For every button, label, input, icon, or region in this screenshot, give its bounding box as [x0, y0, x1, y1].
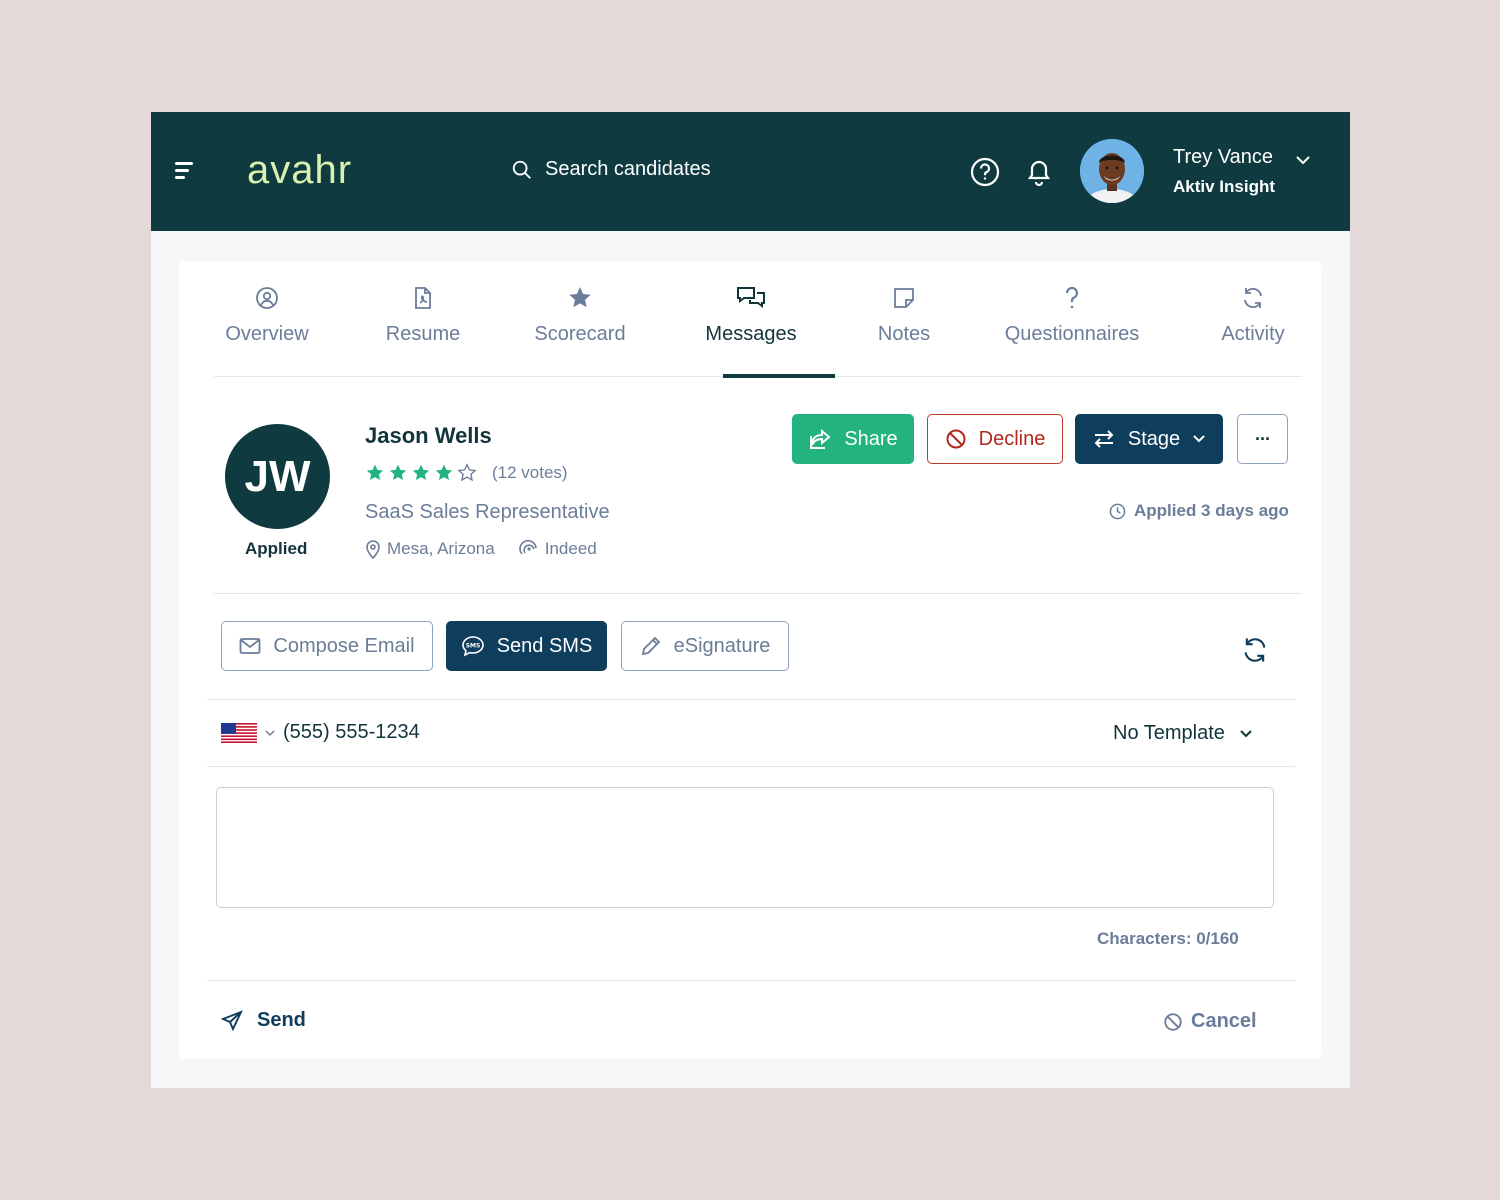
star-filled-icon[interactable]	[411, 463, 431, 483]
menu-icon[interactable]	[175, 162, 193, 182]
candidate-initials-avatar: JW	[225, 424, 330, 529]
divider	[207, 980, 1295, 981]
pdf-file-icon	[415, 287, 431, 309]
send-sms-label: Send SMS	[496, 634, 593, 657]
us-flag-icon[interactable]	[221, 722, 257, 743]
envelope-icon	[240, 638, 261, 654]
user-name: Trey Vance	[1173, 146, 1274, 168]
rating-votes: (12 votes)	[492, 463, 568, 482]
tab-resume[interactable]: Resume	[384, 283, 462, 346]
tab-label: Scorecard	[534, 323, 626, 345]
source-icon	[519, 539, 537, 555]
tab-messages[interactable]: Messages	[701, 283, 801, 346]
stage-label: Stage	[1127, 427, 1181, 450]
esignature-button[interactable]: eSignature	[621, 621, 789, 671]
more-dots-icon: ···	[1255, 428, 1271, 449]
esignature-label: eSignature	[673, 634, 771, 657]
search-icon	[512, 160, 531, 179]
compose-email-label: Compose Email	[273, 634, 415, 657]
ban-icon	[946, 429, 966, 449]
candidate-meta: Mesa, Arizona Indeed	[365, 539, 597, 559]
send-label: Send	[257, 1009, 306, 1031]
applied-time: Applied 3 days ago	[1109, 501, 1289, 521]
divider	[207, 766, 1295, 767]
star-filled-icon[interactable]	[365, 463, 385, 483]
decline-label: Decline	[978, 427, 1046, 450]
job-title[interactable]: SaaS Sales Representative	[365, 501, 610, 524]
compose-email-button[interactable]: Compose Email	[221, 621, 433, 671]
chevron-down-icon[interactable]	[265, 729, 275, 737]
divider	[214, 593, 1302, 594]
candidate-source: Indeed	[544, 539, 597, 558]
notifications-bell-icon[interactable]	[1022, 155, 1056, 189]
tab-label: Overview	[225, 323, 309, 345]
send-button[interactable]: Send	[221, 1009, 306, 1032]
pencil-icon	[641, 636, 660, 656]
tab-label: Notes	[877, 323, 931, 345]
sms-bubble-icon: SMS	[461, 636, 484, 657]
divider	[207, 699, 1295, 700]
chevron-down-icon	[1240, 729, 1252, 737]
tab-label: Messages	[705, 323, 797, 345]
app-window: avahr Search candidates Trey Vance Aktiv…	[151, 112, 1350, 1088]
refresh-icon[interactable]	[1241, 636, 1269, 669]
svg-text:SMS: SMS	[465, 643, 480, 650]
stage-dropdown-button[interactable]: Stage	[1075, 414, 1223, 464]
tab-activity[interactable]: Activity	[1214, 283, 1292, 346]
paper-plane-icon	[221, 1009, 243, 1031]
applied-time-text: Applied 3 days ago	[1134, 501, 1289, 520]
tab-scorecard[interactable]: Scorecard	[530, 283, 630, 346]
active-tab-indicator	[723, 374, 835, 378]
refresh-icon	[1244, 287, 1262, 309]
phone-number[interactable]: (555) 555-1234	[283, 721, 420, 744]
tab-label: Resume	[385, 323, 461, 345]
chevron-down-icon	[1193, 435, 1205, 443]
chevron-down-icon[interactable]	[1295, 154, 1311, 166]
app-logo[interactable]: avahr	[247, 148, 352, 193]
more-options-button[interactable]: ···	[1237, 414, 1288, 464]
character-counter: Characters: 0/160	[1097, 929, 1239, 948]
send-sms-button[interactable]: SMS Send SMS	[446, 621, 607, 671]
cancel-label: Cancel	[1191, 1010, 1257, 1032]
share-button[interactable]: Share	[792, 414, 914, 464]
user-circle-icon	[256, 287, 278, 309]
candidate-location: Mesa, Arizona	[387, 539, 495, 558]
sticky-note-icon	[894, 288, 914, 308]
candidate-tabs: Overview Resume Scorecard Messages Notes…	[214, 261, 1302, 378]
user-avatar[interactable]	[1080, 139, 1144, 203]
share-label: Share	[844, 427, 898, 450]
candidate-status: Applied	[245, 539, 308, 558]
decline-button[interactable]: Decline	[927, 414, 1063, 464]
template-select[interactable]: No Template	[1113, 722, 1253, 745]
candidate-rating[interactable]: (12 votes)	[365, 463, 568, 483]
top-navigation-bar: avahr Search candidates Trey Vance Aktiv…	[151, 112, 1350, 231]
star-icon	[569, 287, 591, 308]
sms-message-input[interactable]	[216, 787, 1274, 908]
search-candidates-input[interactable]: Search candidates	[511, 158, 711, 181]
location-pin-icon	[366, 540, 380, 559]
help-icon[interactable]	[968, 155, 1002, 189]
search-placeholder: Search candidates	[545, 158, 711, 180]
user-menu[interactable]: Trey Vance Aktiv Insight	[1173, 146, 1275, 197]
user-org: Aktiv Insight	[1173, 177, 1276, 196]
swap-arrows-icon	[1094, 430, 1114, 448]
star-filled-icon[interactable]	[434, 463, 454, 483]
phone-row: (555) 555-1234	[221, 721, 420, 744]
star-empty-icon[interactable]	[457, 463, 477, 483]
candidate-name: Jason Wells	[365, 423, 492, 448]
candidate-card: Overview Resume Scorecard Messages Notes…	[179, 261, 1321, 1059]
chat-bubbles-icon	[737, 287, 765, 308]
star-filled-icon[interactable]	[388, 463, 408, 483]
tab-questionnaires[interactable]: Questionnaires	[996, 283, 1148, 346]
clock-icon	[1109, 503, 1126, 519]
template-label: No Template	[1113, 722, 1225, 744]
tab-label: Activity	[1221, 323, 1285, 345]
share-icon	[810, 428, 831, 449]
cancel-button[interactable]: Cancel	[1163, 1010, 1257, 1033]
tab-notes[interactable]: Notes	[868, 283, 940, 346]
ban-icon	[1164, 1012, 1182, 1031]
tab-overview[interactable]: Overview	[222, 283, 312, 346]
question-mark-icon	[1065, 286, 1079, 309]
tab-label: Questionnaires	[1004, 323, 1140, 345]
